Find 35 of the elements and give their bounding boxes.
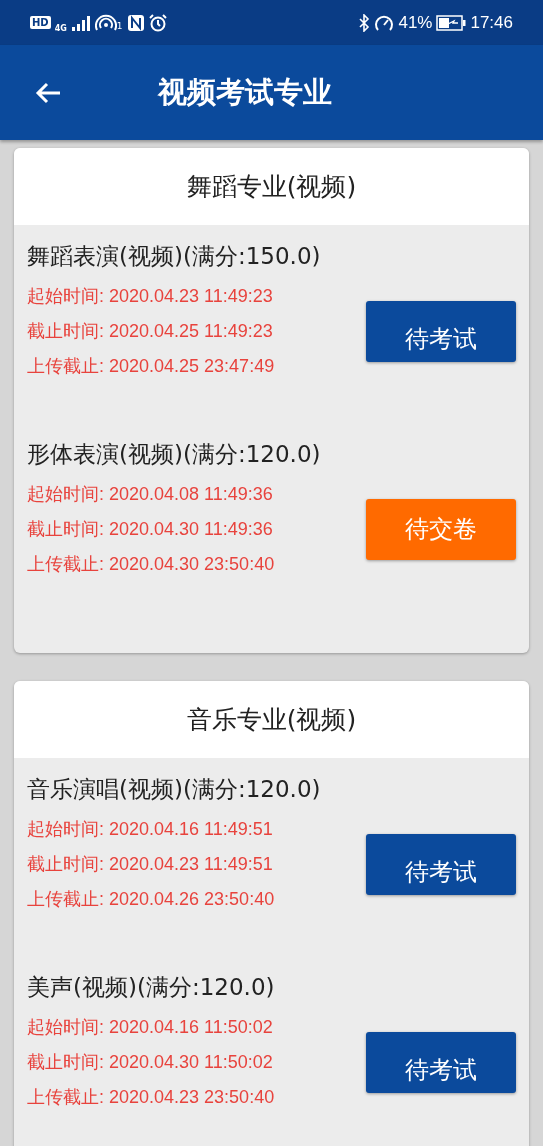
upload-deadline: 上传截止: 2020.04.30 23:50:40 [27,553,275,576]
upload-deadline: 上传截止: 2020.04.23 23:50:40 [27,1086,275,1109]
battery-percent: 41% [398,12,433,33]
section-title: 舞蹈专业(视频) [186,171,357,203]
bluetooth-icon [358,13,371,32]
exam-status-button[interactable]: 待考试 [366,1031,516,1093]
signal-icon [70,13,91,32]
network-type: 4G [54,24,67,33]
upload-deadline: 上传截止: 2020.04.25 23:47:49 [27,355,275,378]
nfc-icon [126,13,145,32]
hd-indicator: HD [30,16,51,29]
hotspot-count: 1 [116,21,123,31]
start-time: 起始时间: 2020.04.16 11:50:02 [27,1016,274,1039]
start-time: 起始时间: 2020.04.08 11:49:36 [27,483,274,506]
page-title: 视频考试专业 [158,73,332,111]
end-time: 截止时间: 2020.04.25 11:49:23 [27,320,274,343]
speedometer-icon [374,13,395,32]
start-time: 起始时间: 2020.04.16 11:49:51 [27,818,274,841]
battery-icon [436,14,467,31]
exam-title: 舞蹈表演(视频)(满分:150.0) [27,242,322,271]
start-time: 起始时间: 2020.04.23 11:49:23 [27,285,274,308]
hotspot-icon [94,13,117,32]
exam-title: 形体表演(视频)(满分:120.0) [27,440,322,469]
exam-title: 音乐演唱(视频)(满分:120.0) [27,775,322,804]
section-title: 音乐专业(视频) [186,704,357,736]
back-arrow-icon [34,80,62,105]
exam-status-button[interactable]: 待考试 [366,833,516,895]
exam-title: 美声(视频)(满分:120.0) [27,973,276,1002]
upload-deadline: 上传截止: 2020.04.26 23:50:40 [27,888,275,911]
clock: 17:46 [470,12,513,33]
exam-status-button[interactable]: 待考试 [366,300,516,362]
end-time: 截止时间: 2020.04.30 11:49:36 [27,518,274,541]
alarm-icon [148,13,167,32]
end-time: 截止时间: 2020.04.30 11:50:02 [27,1051,274,1074]
end-time: 截止时间: 2020.04.23 11:49:51 [27,853,274,876]
